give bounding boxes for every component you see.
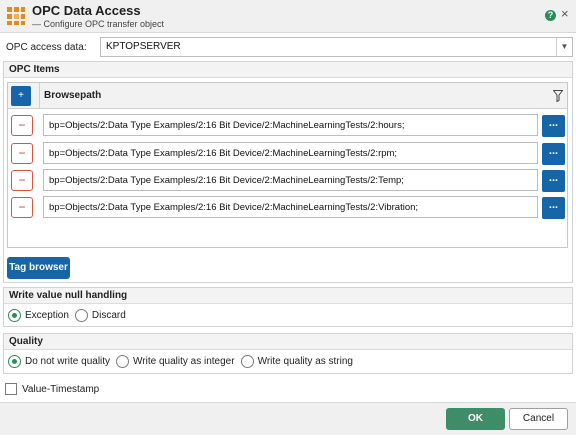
opc-items-grid: + Browsepath − bp=Objects/2:Data Type Ex… [7,82,568,248]
help-icon[interactable]: ? [545,10,556,21]
quality-options: Do not write quality Write quality as in… [8,355,359,368]
table-row: − bp=Objects/2:Data Type Examples/2:16 B… [8,113,567,139]
discard-label: Discard [91,310,126,321]
chevron-down-icon[interactable]: ▼ [556,38,572,56]
quality-string-label: Write quality as string [257,356,353,367]
title-bar: OPC Data Access — Configure OPC transfer… [0,0,576,33]
browsepath-input[interactable]: bp=Objects/2:Data Type Examples/2:16 Bit… [43,114,538,136]
browsepath-input[interactable]: bp=Objects/2:Data Type Examples/2:16 Bit… [43,196,538,218]
opc-access-label: OPC access data: [6,42,87,53]
window-title: OPC Data Access [32,3,141,18]
browse-button[interactable]: ... [542,170,565,192]
grid-workflow-icon [7,7,25,25]
filter-icon[interactable] [553,90,563,102]
add-item-button[interactable]: + [11,86,31,106]
browse-button[interactable]: ... [542,197,565,219]
grid-header: + Browsepath [8,83,567,109]
opc-items-header: OPC Items [4,62,572,78]
browsepath-column-header: Browsepath [44,90,102,101]
browse-button[interactable]: ... [542,115,565,137]
quality-string-radio[interactable] [240,355,254,368]
browsepath-input[interactable]: bp=Objects/2:Data Type Examples/2:16 Bit… [43,169,538,191]
quality-header: Quality [4,334,572,350]
table-row: − bp=Objects/2:Data Type Examples/2:16 B… [8,168,567,194]
value-timestamp-checkbox[interactable] [5,383,17,395]
quality-integer-label: Write quality as integer [133,356,235,367]
opc-access-select[interactable]: KPTOPSERVER ▼ [100,37,573,57]
cancel-button[interactable]: Cancel [509,408,568,430]
null-handling-options: Exception Discard [8,309,132,322]
tag-browser-button[interactable]: Tag browser [7,257,70,279]
null-handling-header: Write value null handling [4,288,572,304]
browse-button[interactable]: ... [542,143,565,165]
table-row: − bp=Objects/2:Data Type Examples/2:16 B… [8,141,567,167]
exception-radio[interactable] [8,309,21,322]
do-not-write-quality-label: Do not write quality [25,356,111,367]
browsepath-input[interactable]: bp=Objects/2:Data Type Examples/2:16 Bit… [43,142,538,164]
ok-button[interactable]: OK [446,408,505,430]
do-not-write-quality-radio[interactable] [8,355,21,368]
quality-integer-radio[interactable] [116,355,130,368]
column-divider [39,83,40,109]
remove-item-button[interactable]: − [11,170,33,191]
value-timestamp-label: Value-Timestamp [22,384,100,395]
remove-item-button[interactable]: − [11,197,33,218]
discard-radio[interactable] [74,309,88,322]
opc-access-value: KPTOPSERVER [106,41,181,52]
window-subtitle: — Configure OPC transfer object [32,19,165,29]
exception-label: Exception [25,310,69,321]
remove-item-button[interactable]: − [11,143,33,164]
remove-item-button[interactable]: − [11,115,33,136]
dialog-footer: OK Cancel [0,402,576,435]
close-icon[interactable]: × [561,7,569,21]
table-row: − bp=Objects/2:Data Type Examples/2:16 B… [8,195,567,221]
